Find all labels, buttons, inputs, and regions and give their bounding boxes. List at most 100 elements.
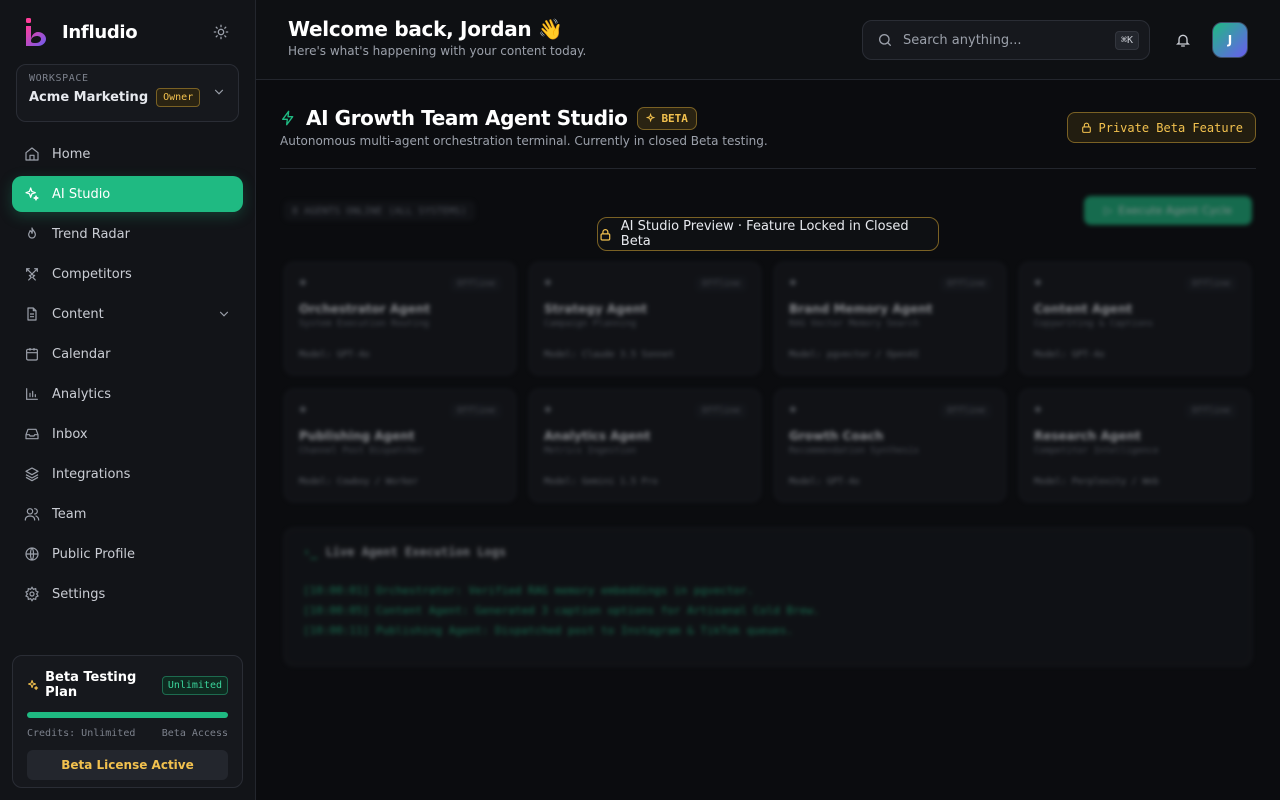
sidebar-item-team[interactable]: Team bbox=[12, 496, 243, 532]
inbox-icon bbox=[24, 426, 40, 442]
calendar-icon bbox=[24, 346, 40, 362]
agent-role: System Execution Routing bbox=[299, 319, 430, 329]
sidebar-item-label: Home bbox=[52, 146, 91, 162]
feature-locked-label: AI Studio Preview · Feature Locked in Cl… bbox=[620, 219, 909, 249]
agent-status: Offline bbox=[1186, 277, 1236, 291]
cpu-icon: ◈ bbox=[789, 277, 797, 288]
sidebar-item-label: Analytics bbox=[52, 386, 112, 402]
cpu-icon: ◈ bbox=[299, 404, 307, 415]
agent-role: Copywriting & Captions bbox=[1034, 319, 1154, 329]
agent-name: Content Agent bbox=[1034, 302, 1133, 316]
sidebar-item-label: AI Studio bbox=[52, 186, 111, 202]
bell-icon bbox=[1176, 34, 1190, 47]
sidebar-item-integrations[interactable]: Integrations bbox=[12, 456, 243, 492]
sidebar-item-competitors[interactable]: Competitors bbox=[12, 256, 243, 292]
agent-status: Offline bbox=[696, 404, 746, 418]
log-line: [10:00:01] Orchestrator: Verified RAG me… bbox=[303, 584, 754, 597]
search-input[interactable] bbox=[903, 32, 1105, 48]
search-box[interactable]: ⌘K bbox=[862, 20, 1150, 60]
gear-icon bbox=[24, 586, 40, 602]
log-line: [10:00:11] Publishing Agent: Dispatched … bbox=[303, 624, 794, 637]
agent-status: Offline bbox=[1186, 404, 1236, 418]
workspace-switcher[interactable]: WORKSPACE Acme Marketing Owner bbox=[16, 64, 239, 122]
workspace-role-badge: Owner bbox=[156, 88, 201, 107]
brand[interactable]: Infludio bbox=[24, 16, 138, 48]
private-beta-label: Private Beta Feature bbox=[1098, 120, 1244, 135]
plan-badge: Unlimited bbox=[161, 675, 228, 695]
app-name: Infludio bbox=[62, 21, 138, 43]
layers-icon bbox=[24, 466, 40, 482]
sparkles-icon bbox=[24, 186, 40, 202]
agent-name: Orchestrator Agent bbox=[299, 302, 431, 316]
sidebar-item-label: Calendar bbox=[52, 346, 111, 362]
sidebar-item-label: Trend Radar bbox=[52, 226, 130, 242]
beta-badge-label: BETA bbox=[661, 111, 688, 125]
agent-name: Brand Memory Agent bbox=[789, 302, 933, 316]
execute-agent-cycle-button: ▷ Execute Agent Cycle bbox=[1084, 196, 1252, 225]
agent-model: Model: Perplexity / Web bbox=[1034, 477, 1159, 487]
sidebar-item-trend-radar[interactable]: Trend Radar bbox=[12, 216, 243, 252]
studio-header: AI Growth Team Agent Studio BETA Autonom… bbox=[280, 106, 1256, 169]
beta-license-button[interactable]: Beta License Active bbox=[27, 750, 228, 780]
agent-grid: ◈ Offline Orchestrator Agent System Exec… bbox=[284, 262, 1252, 502]
chevron-down-icon bbox=[219, 311, 229, 317]
blurred-preview: 8 AGENTS ONLINE (ALL SYSTEMS) ▷ Execute … bbox=[280, 190, 1256, 670]
sidebar-item-label: Inbox bbox=[52, 426, 88, 442]
users-icon bbox=[24, 506, 40, 522]
agent-role: Channel Post Dispatcher bbox=[299, 446, 424, 456]
workspace-name: Acme Marketing bbox=[29, 90, 149, 105]
agent-model: Model: GPT-4o bbox=[789, 477, 860, 487]
page-title: Welcome back, Jordan 👋 bbox=[288, 17, 563, 41]
theme-toggle-button[interactable] bbox=[210, 21, 232, 43]
sidebar-item-settings[interactable]: Settings bbox=[12, 576, 243, 612]
logo-icon bbox=[26, 18, 46, 46]
sun-icon bbox=[213, 24, 229, 40]
chevron-down-icon bbox=[214, 89, 224, 95]
plan-title: Beta Testing Plan bbox=[45, 670, 137, 700]
studio-title: AI Growth Team Agent Studio bbox=[306, 106, 628, 130]
agent-model: Model: pgvector / OpenAI bbox=[789, 350, 920, 360]
agent-studio-preview: 8 AGENTS ONLINE (ALL SYSTEMS) ▷ Execute … bbox=[280, 190, 1256, 670]
cpu-icon: ◈ bbox=[1034, 277, 1042, 288]
agent-model: Model: GPT-4o bbox=[299, 350, 370, 360]
access-label: Beta Access bbox=[161, 728, 228, 739]
log-line: [10:00:05] Content Agent: Generated 3 ca… bbox=[303, 604, 820, 617]
workspace-label: WORKSPACE bbox=[29, 73, 89, 84]
sidebar-nav: Home AI Studio Trend Radar Competitors C… bbox=[12, 136, 243, 616]
sidebar-item-calendar[interactable]: Calendar bbox=[12, 336, 243, 372]
cpu-icon: ◈ bbox=[544, 277, 552, 288]
sidebar: Infludio WORKSPACE Acme Marketing Owner … bbox=[0, 0, 256, 800]
cpu-icon: ◈ bbox=[299, 277, 307, 288]
sidebar-item-ai-studio[interactable]: AI Studio bbox=[12, 176, 243, 212]
agent-card: ◈ Offline Strategy Agent Campaign Planni… bbox=[529, 262, 761, 375]
search-icon bbox=[879, 34, 891, 46]
agent-name: Strategy Agent bbox=[544, 302, 648, 316]
sidebar-item-public-profile[interactable]: Public Profile bbox=[12, 536, 243, 572]
beta-badge: BETA bbox=[637, 106, 697, 130]
credits-progress-bar bbox=[27, 712, 228, 718]
terminal-icon: ›_ bbox=[303, 545, 318, 559]
play-icon: ▷ bbox=[1103, 204, 1113, 217]
agent-name: Publishing Agent bbox=[299, 429, 415, 443]
agent-name: Growth Coach bbox=[789, 429, 884, 443]
agent-card: ◈ Offline Orchestrator Agent System Exec… bbox=[284, 262, 516, 375]
sidebar-item-content[interactable]: Content bbox=[12, 296, 243, 332]
sidebar-item-label: Content bbox=[52, 306, 104, 322]
cpu-icon: ◈ bbox=[789, 404, 797, 415]
agent-status: Offline bbox=[941, 277, 991, 291]
sidebar-item-label: Settings bbox=[52, 586, 106, 602]
agent-status: Offline bbox=[451, 277, 501, 291]
agent-model: Model: Gemini 1.5 Pro bbox=[544, 477, 658, 487]
notifications-button[interactable] bbox=[1173, 30, 1193, 50]
sidebar-item-home[interactable]: Home bbox=[12, 136, 243, 172]
agent-name: Analytics Agent bbox=[544, 429, 651, 443]
private-beta-button[interactable]: Private Beta Feature bbox=[1066, 112, 1256, 143]
execute-label: Execute Agent Cycle bbox=[1118, 204, 1233, 217]
avatar[interactable]: J bbox=[1212, 22, 1248, 58]
credits-label: Credits: Unlimited bbox=[27, 728, 136, 739]
sidebar-item-inbox[interactable]: Inbox bbox=[12, 416, 243, 452]
bar-chart-icon bbox=[24, 386, 40, 402]
agent-name: Research Agent bbox=[1034, 429, 1141, 443]
agent-status: Offline bbox=[941, 404, 991, 418]
sidebar-item-analytics[interactable]: Analytics bbox=[12, 376, 243, 412]
